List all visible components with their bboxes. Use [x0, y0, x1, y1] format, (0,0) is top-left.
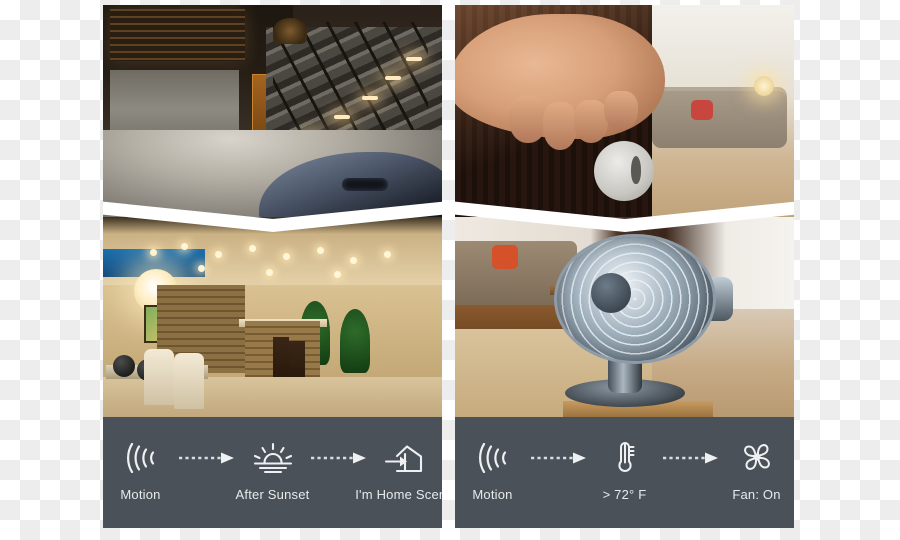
automation-step-motion[interactable]: Motion	[103, 438, 183, 502]
panel-right-automation-bar: Motion > 72° F Fan: On	[455, 417, 794, 528]
automation-step-label: Motion	[472, 486, 513, 502]
dotted-arrow-icon	[529, 438, 589, 478]
panel-left-automation-bar: Motion After Sunset I'm Home Sce	[103, 417, 442, 528]
thermometer-icon	[612, 438, 638, 478]
panel-left-photos	[103, 5, 442, 417]
automation-step-label: Motion	[120, 486, 161, 502]
automation-step-label: After Sunset	[235, 486, 310, 502]
fan-icon	[737, 438, 777, 478]
interior-living-photo	[103, 217, 442, 417]
dotted-arrow-icon	[661, 438, 721, 478]
door-handle-photo	[455, 5, 794, 221]
automation-step-home-scene[interactable]: I'm Home Scene	[355, 438, 442, 502]
dotted-arrow-icon	[309, 438, 369, 478]
automation-step-label: Fan: On	[732, 486, 781, 502]
automation-step-motion[interactable]: Motion	[455, 438, 535, 502]
automation-flow-right: Motion > 72° F Fan: On	[455, 438, 794, 502]
home-scene-icon	[383, 438, 427, 478]
dotted-arrow-icon	[177, 438, 237, 478]
screenshot-stage: Motion After Sunset I'm Home Sce Motion …	[0, 0, 900, 540]
automation-step-label: > 72° F	[602, 486, 647, 502]
desk-fan-photo	[455, 217, 794, 417]
automation-step-fan[interactable]: Fan: On	[715, 438, 795, 502]
panel-left: Motion After Sunset I'm Home Sce	[103, 5, 442, 528]
sunset-icon	[251, 438, 295, 478]
panel-right-photos	[455, 5, 794, 417]
motion-sensor-icon	[476, 438, 510, 478]
motion-sensor-icon	[124, 438, 158, 478]
night-driveway-photo	[103, 5, 442, 221]
automation-step-after-sunset[interactable]: After Sunset	[231, 438, 315, 502]
automation-step-label: I'm Home Scene	[355, 486, 442, 502]
automation-step-temperature[interactable]: > 72° F	[583, 438, 667, 502]
panel-right: Motion > 72° F Fan: On	[455, 5, 794, 528]
automation-flow-left: Motion After Sunset I'm Home Sce	[103, 438, 442, 502]
